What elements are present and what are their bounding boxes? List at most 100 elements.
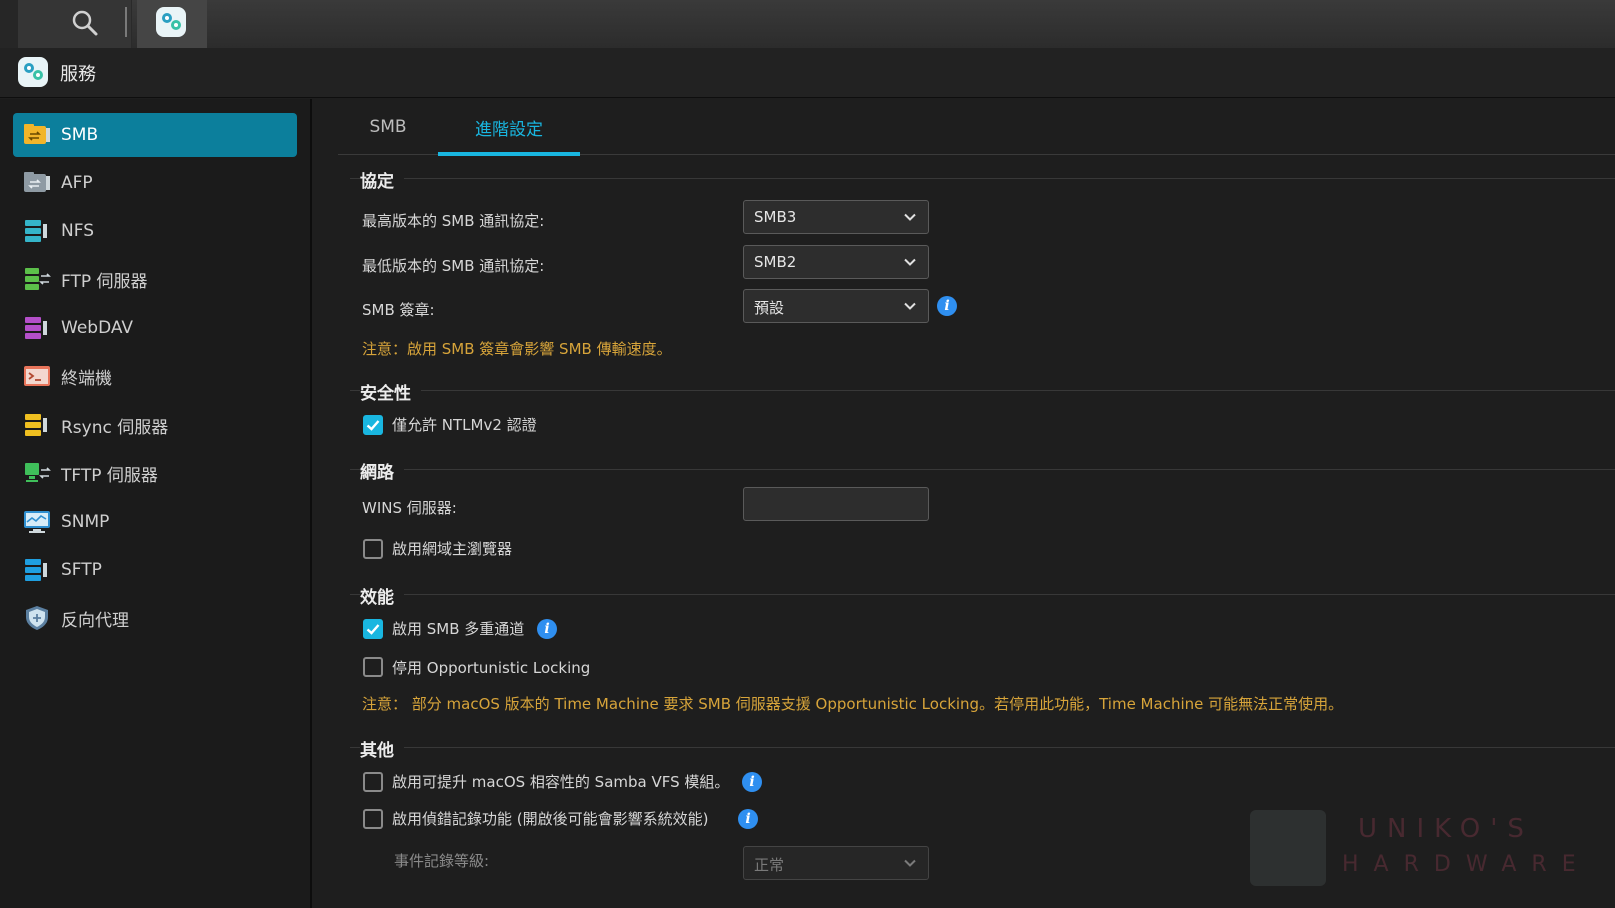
select-value: SMB3 [754,208,797,226]
rsync-server-icon [25,414,47,436]
samba-vfs-info-icon[interactable]: i [742,772,762,792]
min-smb-protocol-label: 最低版本的 SMB 通訊協定: [362,257,545,275]
sidebar-item-snmp[interactable]: SNMP [13,500,297,544]
select-value: 正常 [754,856,785,874]
terminal-icon [24,366,50,386]
section-heading: 效能 [360,583,404,608]
section-divider [350,747,1615,748]
sidebar-item-rsync[interactable]: Rsync 伺服器 [13,403,297,447]
sidebar-item-terminal[interactable]: 終端機 [13,354,297,398]
checkmark-icon [366,624,380,635]
taskbar-divider [125,7,127,37]
sidebar-item-ftp[interactable]: FTP 伺服器 [13,257,297,301]
snmp-monitor-icon [24,511,50,533]
log-level-select[interactable]: 正常 [743,846,929,880]
smb-signing-note: 注意：啟用 SMB 簽章會影響 SMB 傳輸速度。 [362,340,672,358]
section-divider [350,390,1615,391]
search-button[interactable] [18,0,132,48]
chevron-down-icon [904,302,916,310]
min-smb-protocol-select[interactable]: SMB2 [743,245,929,279]
debug-logging-checkbox[interactable] [363,809,383,829]
chevron-down-icon [904,213,916,221]
section-divider [350,178,1615,179]
services-app-taskbar-button[interactable] [137,0,207,48]
sidebar-item-label: 反向代理 [61,610,129,631]
tab-advanced-settings[interactable]: 進階設定 [438,99,580,156]
sidebar-item-label: SMB [61,125,99,145]
chevron-down-icon [904,258,916,266]
sidebar-item-sftp[interactable]: SFTP [13,548,297,592]
section-divider [350,469,1615,470]
samba-vfs-checkbox[interactable] [363,772,383,792]
debug-logging-label: 啟用偵錯記錄功能 (開啟後可能會影響系統效能) [392,810,709,828]
time-machine-note: 注意： 部分 macOS 版本的 Time Machine 要求 SMB 伺服器… [362,695,1344,713]
section-other: 其他 [350,736,1615,761]
sidebar-item-label: AFP [61,173,93,193]
smb-multichannel-info-icon[interactable]: i [537,619,557,639]
section-heading: 協定 [360,167,404,192]
disable-oplock-label: 停用 Opportunistic Locking [392,659,591,677]
chevron-down-icon [904,859,916,867]
section-heading: 網路 [360,458,404,483]
wins-server-label: WINS 伺服器: [362,499,457,517]
section-heading: 安全性 [360,379,421,404]
disable-oplock-checkbox[interactable] [363,657,383,677]
ntlmv2-only-label: 僅允許 NTLMv2 認證 [392,416,537,434]
tab-smb[interactable]: SMB [338,99,438,155]
smb-multichannel-label: 啟用 SMB 多重通道 [392,620,525,638]
sidebar-item-reverse-proxy[interactable]: 反向代理 [13,596,297,640]
log-level-label: 事件記錄等級: [394,852,490,870]
taskbar-edge [0,0,18,48]
section-divider [350,594,1615,595]
sidebar-item-label: FTP 伺服器 [61,271,148,292]
select-value: 預設 [754,299,785,317]
sidebar-item-label: NFS [61,221,94,241]
services-app-icon [18,57,48,87]
sidebar-item-nfs[interactable]: NFS [13,209,297,253]
watermark-text: UNIKO'S [1358,814,1534,844]
smb-signing-select[interactable]: 預設 [743,289,929,323]
sidebar-item-label: Rsync 伺服器 [61,417,169,438]
section-heading: 其他 [360,736,404,761]
smb-signing-label: SMB 簽章: [362,301,435,319]
ftp-server-icon [25,268,51,290]
checkmark-icon [366,420,380,431]
watermark-logo-icon [1250,810,1326,886]
watermark: UNIKO'S HARDWARE [1250,810,1576,890]
sftp-server-icon [25,559,47,581]
services-app-icon [156,7,186,37]
sidebar-item-label: TFTP 伺服器 [61,465,158,486]
window-title: 服務 [60,64,96,85]
sidebar-item-label: WebDAV [61,318,134,338]
max-smb-protocol-select[interactable]: SMB3 [743,200,929,234]
sidebar-item-label: 終端機 [61,368,112,389]
sidebar-item-tftp[interactable]: TFTP 伺服器 [13,451,297,495]
search-icon [72,10,98,36]
sidebar-item-label: SFTP [61,560,102,580]
nfs-server-icon [25,220,47,242]
window-title-bar: 服務 [0,48,1615,98]
max-smb-protocol-label: 最高版本的 SMB 通訊協定: [362,212,545,230]
smb-folder-icon [24,124,50,144]
sidebar-item-webdav[interactable]: WebDAV [13,306,297,350]
sidebar: SMB AFP NFS FTP 伺服器 WebDAV 終端機 Rsync 伺服器… [0,99,312,908]
wins-server-input[interactable] [743,487,929,521]
domain-master-browser-checkbox[interactable] [363,539,383,559]
sidebar-item-afp[interactable]: AFP [13,161,297,205]
afp-folder-icon [24,172,50,192]
select-value: SMB2 [754,253,797,271]
sidebar-item-label: SNMP [61,512,110,532]
ntlmv2-only-checkbox[interactable] [363,415,383,435]
main-panel: SMB 進階設定 協定 最高版本的 SMB 通訊協定: SMB3 最低版本的 S… [314,99,1615,908]
tftp-server-icon [25,463,51,482]
smb-signing-info-icon[interactable]: i [937,296,957,316]
section-performance: 效能 [350,583,1615,608]
section-protocol: 協定 [350,167,1615,192]
section-network: 網路 [350,458,1615,483]
samba-vfs-label: 啟用可提升 macOS 相容性的 Samba VFS 模組。 [392,773,730,791]
debug-logging-info-icon[interactable]: i [738,809,758,829]
sidebar-item-smb[interactable]: SMB [13,113,297,157]
tab-bar: SMB 進階設定 [338,99,1615,156]
shield-icon [26,606,48,630]
smb-multichannel-checkbox[interactable] [363,619,383,639]
